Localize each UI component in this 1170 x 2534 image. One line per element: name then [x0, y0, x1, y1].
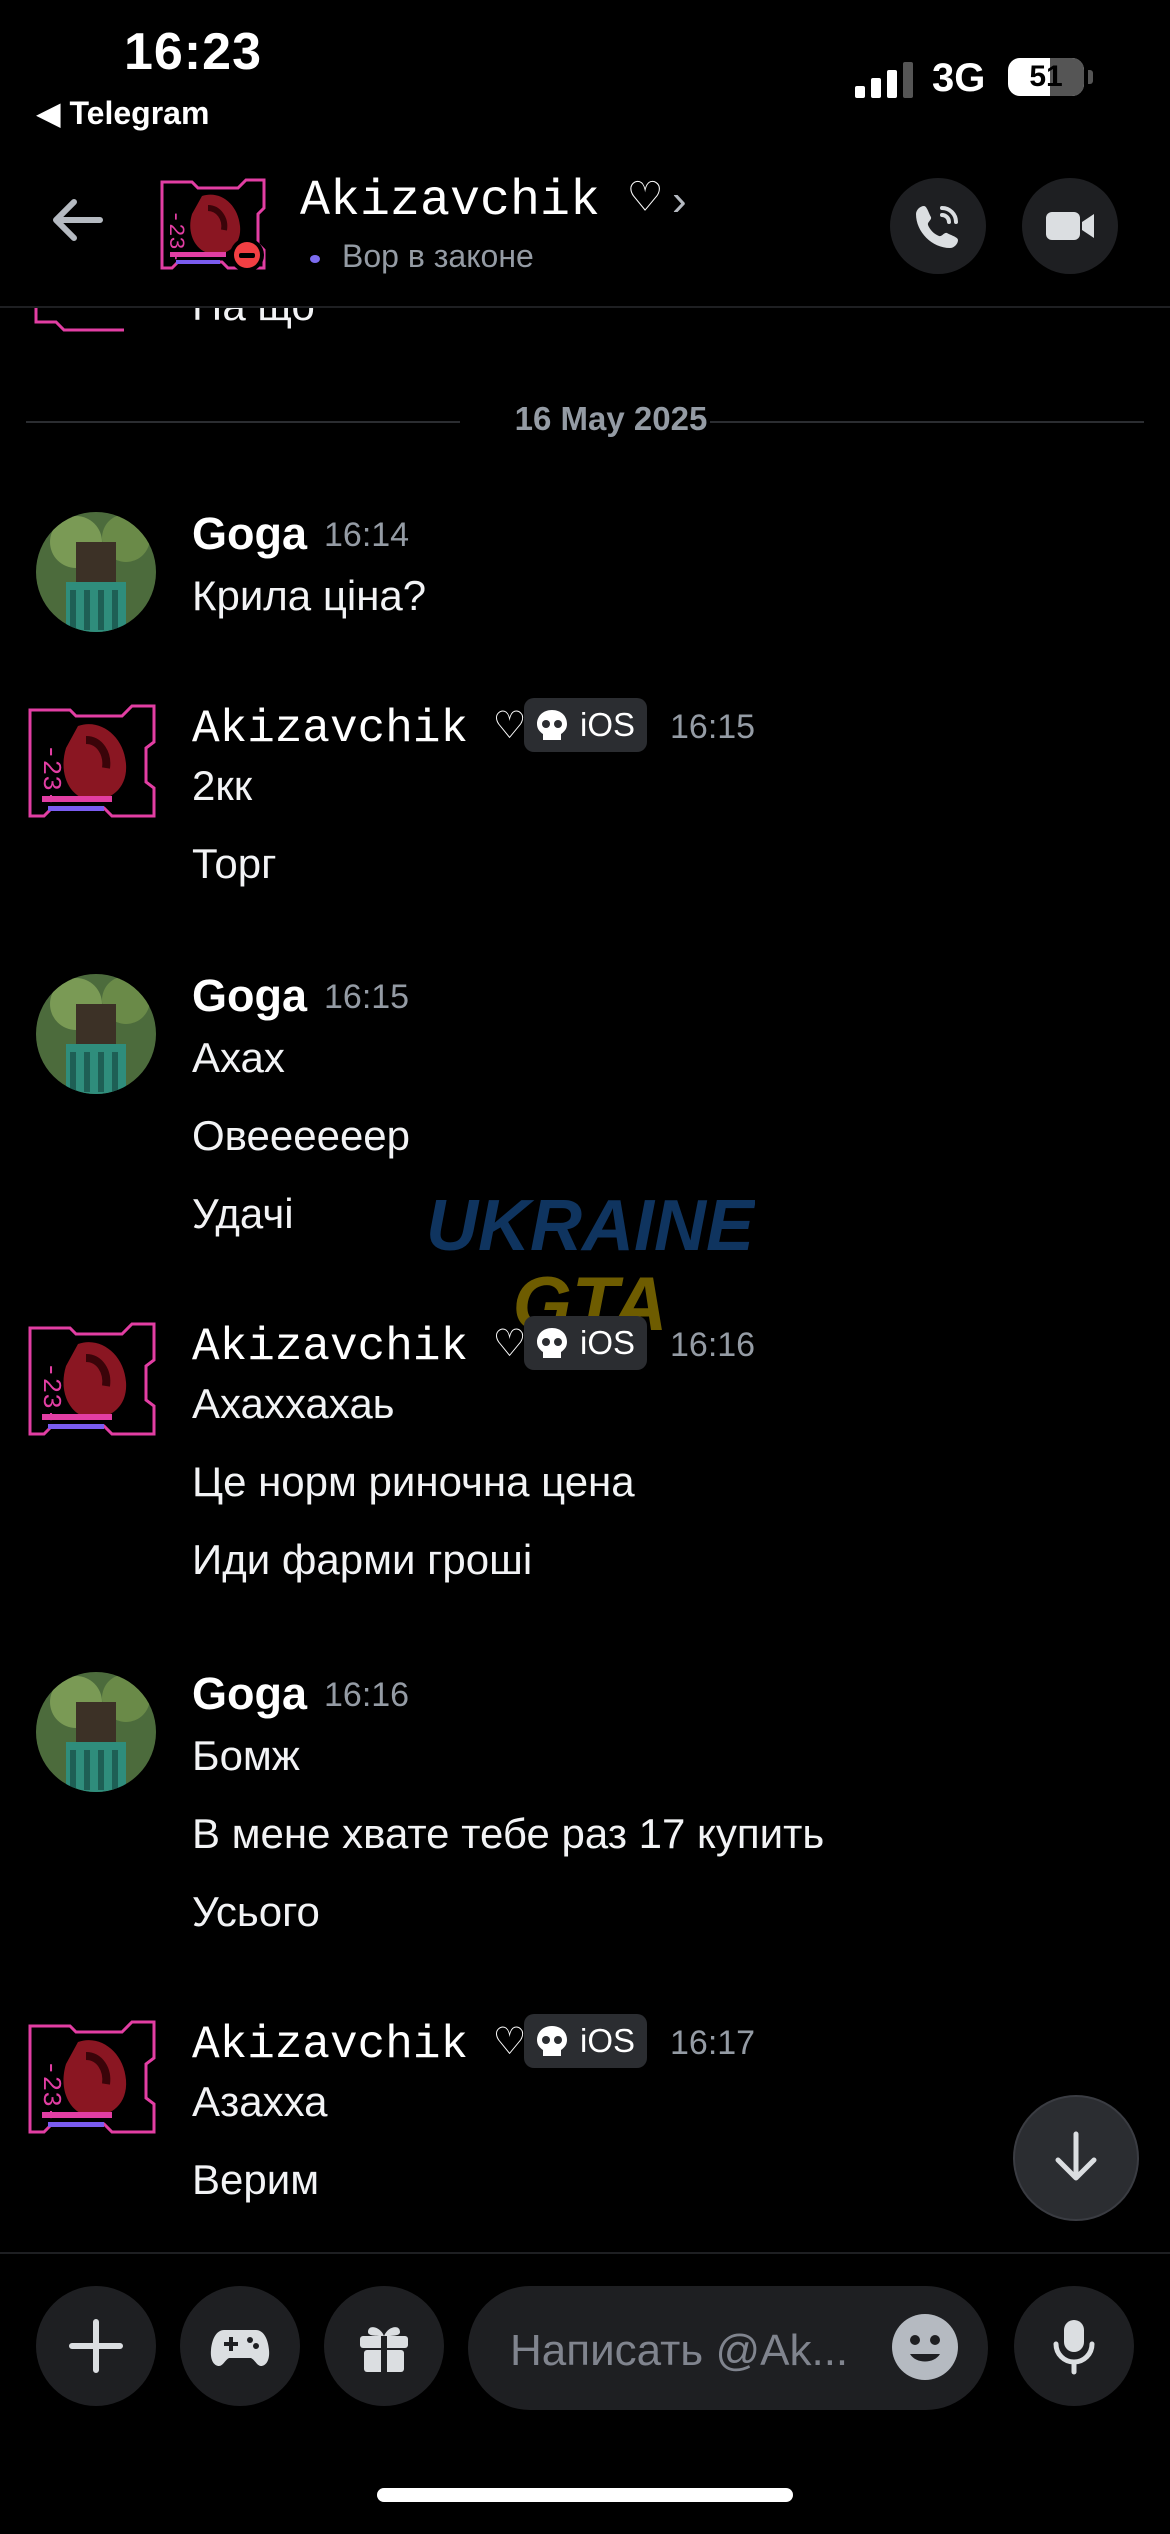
chat-header: -23- Akizavchik ♡ › Вор в законе [0, 150, 1170, 308]
message-timestamp: 16:16 [670, 1326, 756, 1364]
message-group: Goga 16:16 Бомж В мене хвате тебе раз 17… [0, 1660, 1000, 1950]
message-group: Goga 16:15 Ахах Овеееееер Удачі [0, 962, 1000, 1252]
avatar-akizavchik[interactable]: -23- [26, 700, 162, 826]
message-text: Ахах [192, 1034, 285, 1081]
message-text: Торг [192, 840, 277, 887]
moon-icon [310, 254, 320, 263]
message-author[interactable]: Akizavchik ♡ [192, 1316, 523, 1373]
network-type: 3G [932, 56, 986, 100]
gamepad-icon [210, 2330, 270, 2366]
battery-tip [1088, 70, 1093, 84]
message-author[interactable]: Akizavchik ♡ [192, 2014, 523, 2071]
message-author[interactable]: Goga [192, 970, 307, 1022]
message-group: -23- Akizavchik ♡ iOS 16:17 Азахха Верим [0, 2006, 1000, 2226]
message-text: Ахаххахаь [192, 1380, 395, 1427]
gift-icon [360, 2327, 408, 2372]
platform-tag-label: iOS [580, 2022, 636, 2059]
message-text: Азахха [192, 2078, 328, 2125]
message-text: 2кк [192, 762, 253, 809]
message-text: Крила ціна? [192, 572, 427, 619]
signal-icon [855, 60, 915, 98]
voice-message-button[interactable] [1014, 2286, 1134, 2406]
message-text: Це норм риночна цена [192, 1458, 635, 1505]
message-timestamp: 16:16 [324, 1676, 410, 1714]
avatar-goga[interactable] [36, 512, 156, 632]
skull-icon [537, 1328, 567, 1358]
back-to-telegram-link[interactable]: ◀ Telegram [36, 94, 209, 132]
battery-icon: 51 [1008, 58, 1084, 96]
platform-tag-label: iOS [580, 1324, 636, 1361]
emoji-icon [910, 2335, 940, 2362]
contact-name[interactable]: Akizavchik ♡ [300, 168, 660, 230]
message-group: -23- Akizavchik ♡ iOS 16:16 Ахаххахаь Це… [0, 1308, 1000, 1598]
avatar-akizavchik[interactable]: -23- [26, 1318, 162, 1444]
message-text: В мене хвате тебе раз 17 купить [192, 1810, 825, 1857]
message-text: Верим [192, 2156, 320, 2203]
message-timestamp: 16:15 [324, 978, 410, 1016]
chevron-right-icon[interactable]: › [672, 176, 687, 226]
video-call-button[interactable] [1022, 178, 1118, 274]
voice-call-button[interactable] [890, 178, 986, 274]
message-text: Бомж [192, 1732, 300, 1779]
message-timestamp: 16:14 [324, 516, 410, 554]
message-text: Удачі [192, 1190, 294, 1237]
message-input-placeholder: Написать @Ak... [510, 2326, 849, 2375]
jump-to-latest-button[interactable] [1013, 2095, 1139, 2221]
message-author[interactable]: Akizavchik ♡ [192, 698, 523, 755]
contact-status: Вор в законе [310, 238, 534, 275]
message-author[interactable]: Goga [192, 1668, 307, 1720]
message-group: -23- Akizavchik ♡ iOS 16:15 2кк Торг [0, 690, 1000, 910]
clock: 16:23 [124, 23, 262, 81]
platform-tag: iOS [524, 1316, 648, 1370]
skull-icon [537, 2026, 567, 2056]
message-timestamp: 16:17 [670, 2024, 756, 2062]
back-button[interactable] [48, 190, 128, 260]
emoji-picker-button[interactable] [892, 2314, 958, 2380]
contact-status-text: Вор в законе [342, 238, 534, 274]
message-text: Усього [192, 1888, 320, 1935]
date-divider: 16 May 2025 [26, 400, 1144, 444]
message-text: Овеееееер [192, 1112, 411, 1159]
skull-icon [537, 710, 567, 740]
activities-button[interactable] [180, 2286, 300, 2406]
message-author[interactable]: Goga [192, 508, 307, 560]
date-divider-label: 16 May 2025 [514, 400, 708, 437]
avatar-goga[interactable] [36, 974, 156, 1094]
battery-level: 51 [1029, 60, 1063, 93]
dnd-status-icon [230, 238, 264, 272]
phone-icon [916, 206, 958, 248]
arrow-down-icon [1055, 2131, 1097, 2181]
message-input[interactable]: Написать @Ak... [468, 2286, 988, 2410]
avatar-goga[interactable] [36, 1672, 156, 1792]
gift-button[interactable] [324, 2286, 444, 2406]
platform-tag: iOS [524, 2014, 648, 2068]
home-indicator[interactable] [377, 2488, 793, 2502]
message-group: Goga 16:14 Крила ціна? [0, 500, 1000, 650]
status-bar: 16:23 ◀ Telegram 3G 51 [0, 0, 1170, 150]
message-text: Иди фарми гроші [192, 1536, 533, 1583]
back-arrow-icon [53, 199, 103, 241]
avatar-akizavchik[interactable]: -23- [26, 2016, 162, 2142]
microphone-icon [1053, 2320, 1095, 2375]
attach-button[interactable] [36, 2286, 156, 2406]
platform-tag: iOS [524, 698, 648, 752]
platform-tag-label: iOS [580, 706, 636, 743]
plus-icon [69, 2319, 123, 2373]
message-timestamp: 16:15 [670, 708, 756, 746]
video-camera-icon [1046, 212, 1094, 240]
